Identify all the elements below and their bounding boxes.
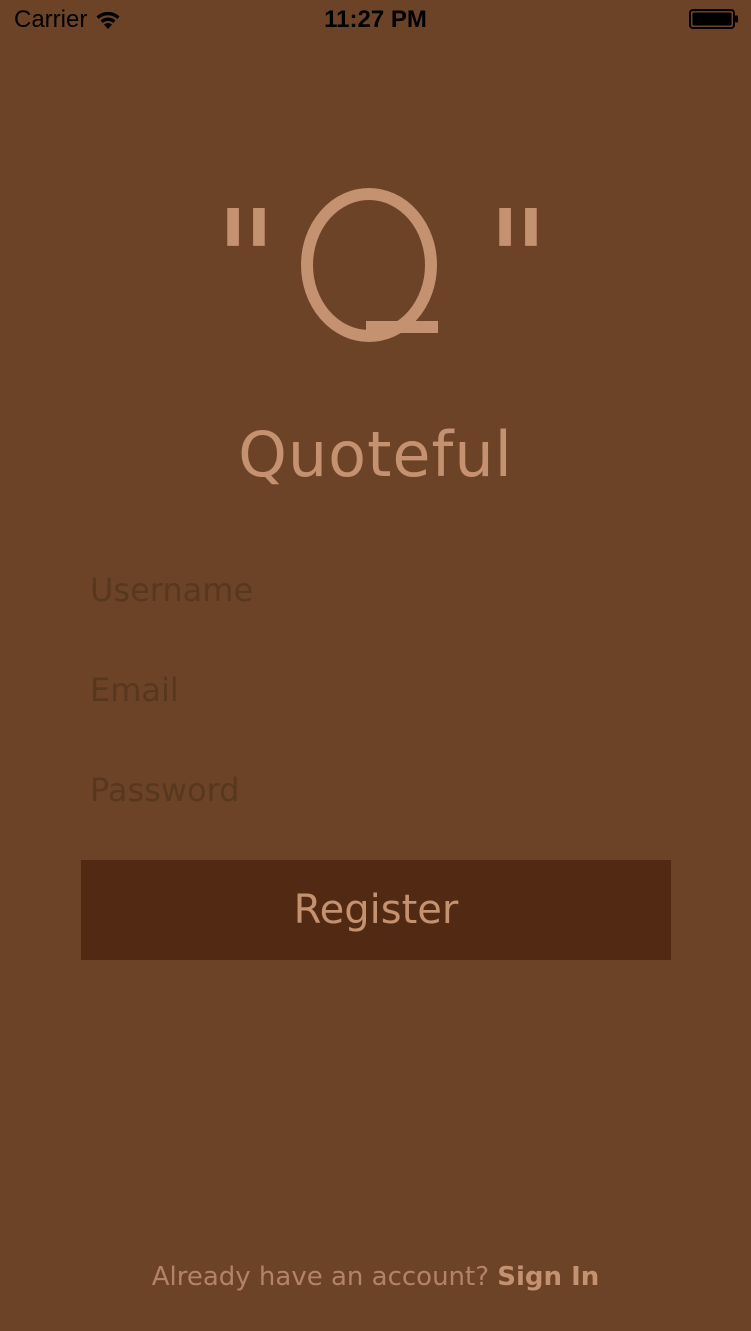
register-button[interactable]: Register <box>81 860 671 960</box>
username-field[interactable] <box>81 555 671 625</box>
signin-prompt-text: Already have an account? <box>151 1262 490 1292</box>
signin-prompt: Already have an account? Sign In <box>0 1262 751 1292</box>
register-screen: Carrier 11:27 PM " " Quoteful Register <box>0 0 751 1331</box>
password-field[interactable] <box>81 755 671 825</box>
signin-link[interactable]: Sign In <box>497 1262 599 1292</box>
status-bar: Carrier 11:27 PM <box>0 0 751 40</box>
close-quote-glyph: " <box>485 185 545 344</box>
status-time: 11:27 PM <box>324 6 427 33</box>
email-field[interactable] <box>81 655 671 725</box>
app-logo: " " <box>0 185 751 345</box>
quote-q-logo-icon: " " <box>213 185 545 344</box>
battery-icon <box>689 9 738 29</box>
app-title: Quoteful <box>238 418 513 491</box>
open-quote-glyph: " <box>213 185 277 344</box>
q-letter-icon <box>300 188 438 342</box>
